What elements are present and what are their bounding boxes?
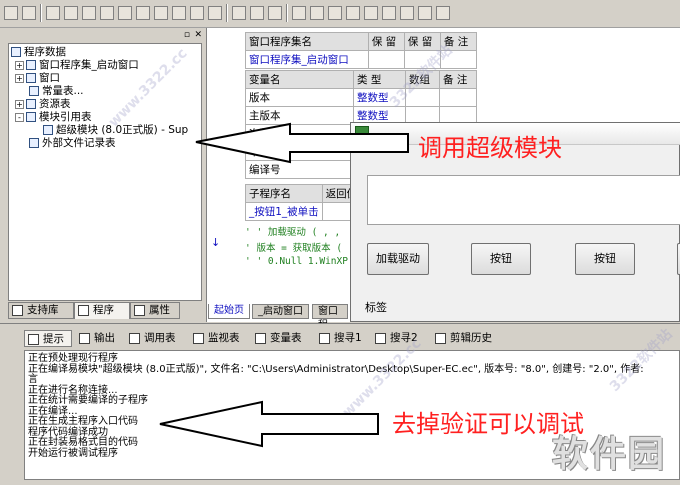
arrow-left-icon — [195, 122, 409, 164]
arrow-left-icon — [159, 400, 379, 448]
annotation-call-module: 调用超级模块 — [418, 134, 562, 162]
site-logo: 软件园 — [551, 434, 666, 475]
